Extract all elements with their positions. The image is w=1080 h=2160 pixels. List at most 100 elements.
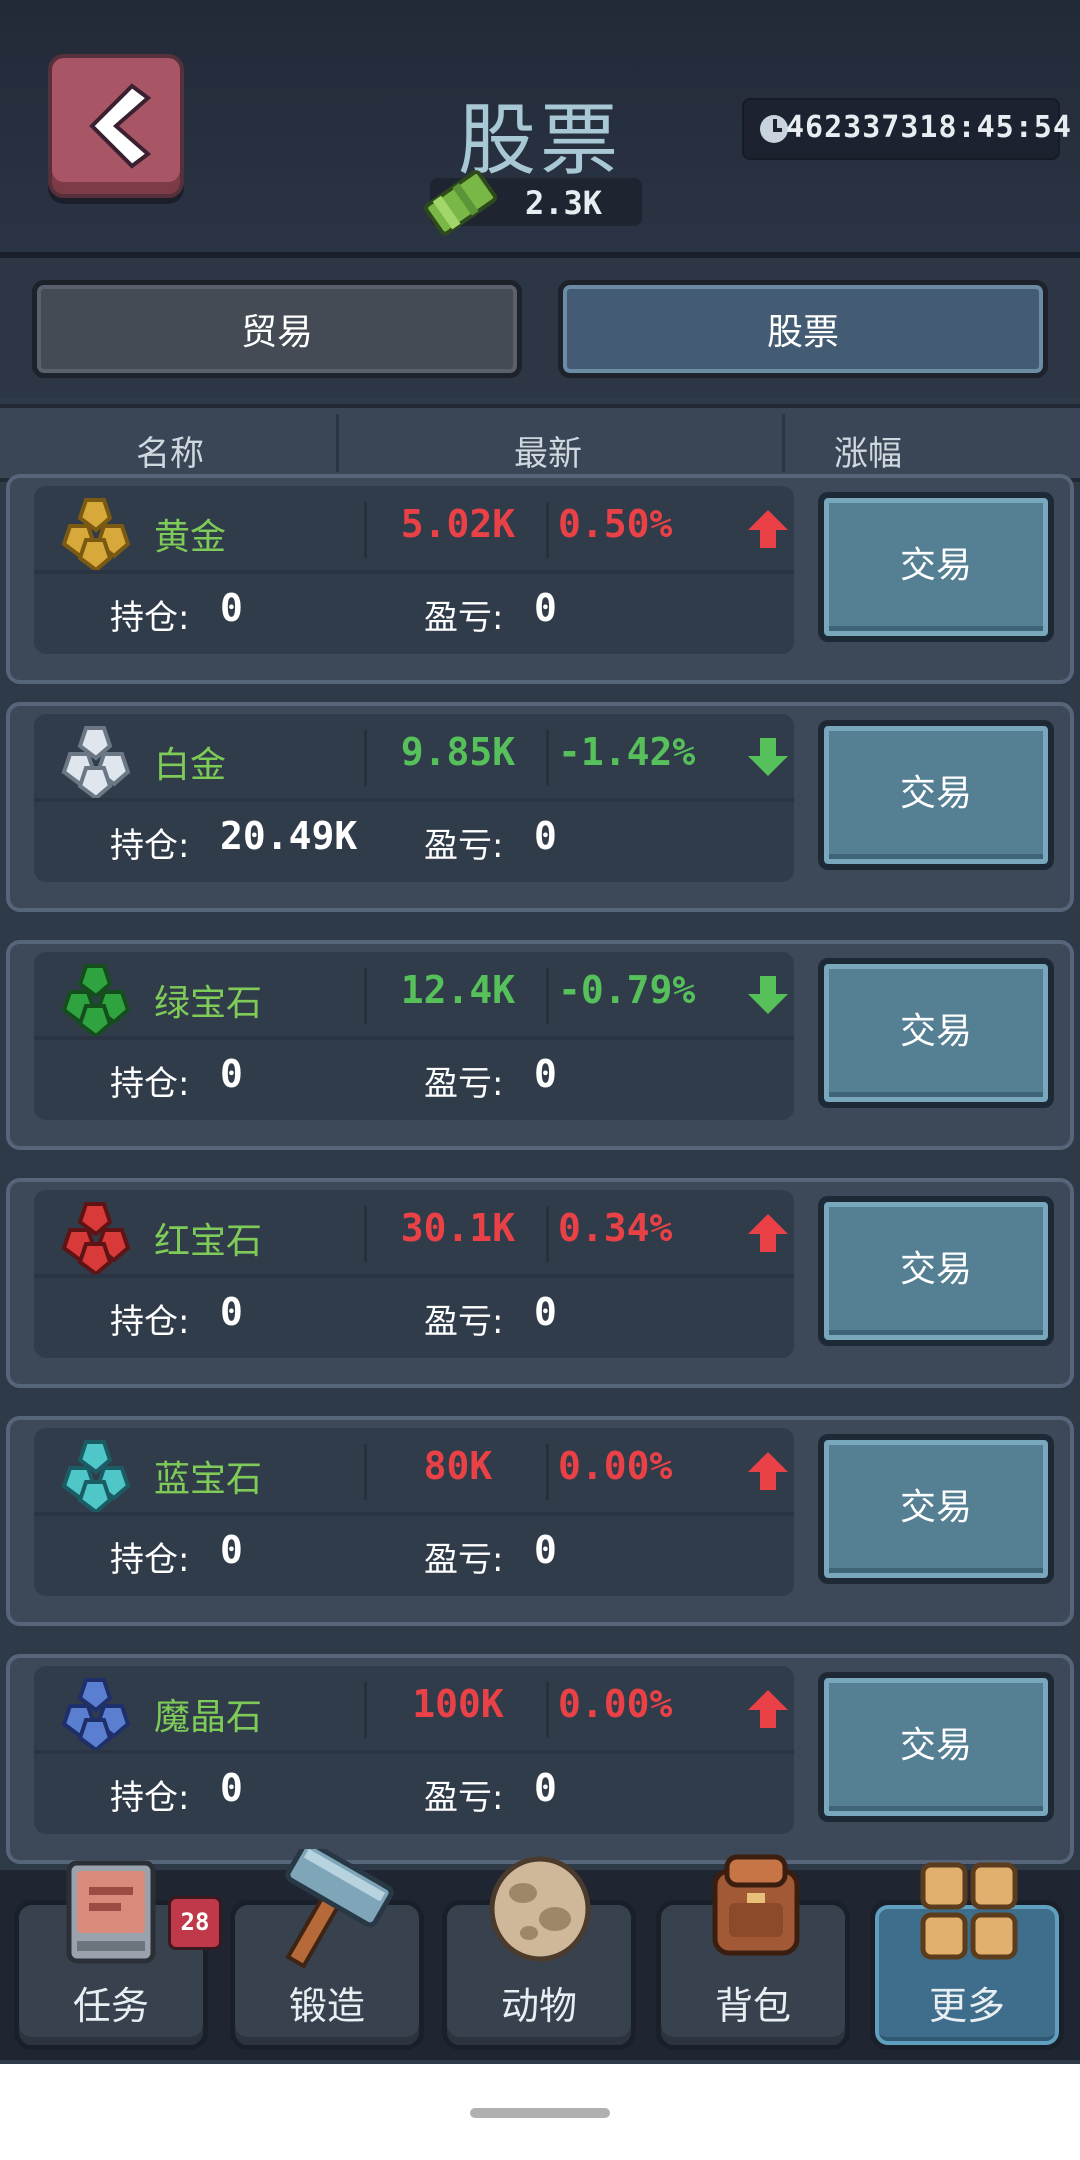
row-divider	[34, 1274, 794, 1278]
holding-label: 持仓:	[110, 1064, 190, 1104]
trade-button[interactable]: 交易	[818, 1196, 1054, 1346]
task-book-icon	[66, 1860, 156, 1964]
stock-name: 蓝宝石	[154, 1459, 263, 1500]
stock-row: 魔晶石 100K 0.00% 持仓: 0 盈亏: 0 交易	[6, 1654, 1074, 1864]
tab-trade[interactable]: 贸易	[32, 280, 522, 378]
stock-change: -0.79%	[558, 968, 696, 1012]
stock-info-panel: 白金 9.85K -1.42% 持仓: 20.49K 盈亏: 0	[34, 714, 794, 882]
pnl-label: 盈亏:	[424, 1540, 504, 1580]
stock-change: 0.34%	[558, 1206, 673, 1250]
nav-backpack-label: 背包	[714, 1984, 791, 2028]
row-divider	[34, 1512, 794, 1516]
stock-row: 蓝宝石 80K 0.00% 持仓: 0 盈亏: 0 交易	[6, 1416, 1074, 1626]
nav-animal[interactable]: 动物	[442, 1856, 636, 2050]
trade-button[interactable]: 交易	[818, 958, 1054, 1108]
task-badge: 28	[168, 1896, 222, 1950]
trade-button[interactable]: 交易	[818, 720, 1054, 870]
home-indicator[interactable]	[470, 2108, 610, 2118]
pnl-label: 盈亏:	[424, 826, 504, 866]
stock-name: 绿宝石	[154, 983, 263, 1024]
row-divider	[364, 1206, 367, 1262]
row-divider	[34, 798, 794, 802]
stock-info-panel: 魔晶石 100K 0.00% 持仓: 0 盈亏: 0	[34, 1666, 794, 1834]
stock-row: 红宝石 30.1K 0.34% 持仓: 0 盈亏: 0 交易	[6, 1178, 1074, 1388]
stock-price: 9.85K	[400, 730, 516, 774]
trade-button[interactable]: 交易	[818, 492, 1054, 642]
crystal-gem-icon	[61, 1678, 131, 1752]
pnl-label: 盈亏:	[424, 598, 504, 638]
row-divider	[546, 502, 549, 558]
row-divider	[546, 968, 549, 1024]
stock-change: 0.50%	[558, 502, 673, 546]
column-header: 名称 最新 涨幅	[0, 404, 1080, 482]
row-divider	[546, 1206, 549, 1262]
pnl-value: 0	[534, 1528, 557, 1572]
pnl-label: 盈亏:	[424, 1302, 504, 1342]
stock-change: 0.00%	[558, 1682, 673, 1726]
nav-backpack[interactable]: 背包	[656, 1854, 850, 2050]
holding-label: 持仓:	[110, 1302, 190, 1342]
holding-value: 0	[220, 1290, 243, 1334]
stock-info-panel: 蓝宝石 80K 0.00% 持仓: 0 盈亏: 0	[34, 1428, 794, 1596]
bottom-nav: 任务 锻造 动物 背包 更多	[0, 1849, 1080, 2060]
arrow-down-icon	[748, 738, 788, 776]
stock-name: 黄金	[154, 517, 227, 558]
hammer-icon	[285, 1849, 394, 1969]
stock-price: 5.02K	[400, 502, 516, 546]
ruby-gem-icon	[61, 1202, 131, 1276]
row-divider	[364, 502, 367, 558]
pnl-value: 0	[534, 1052, 557, 1096]
more-grid-icon	[920, 1862, 1018, 1960]
backpack-icon	[712, 1854, 800, 1956]
row-divider	[364, 1682, 367, 1738]
holding-value: 0	[220, 1528, 243, 1572]
stock-price: 30.1K	[400, 1206, 516, 1250]
stock-name: 魔晶石	[154, 1697, 263, 1738]
nav-forge-label: 锻造	[288, 1984, 365, 2028]
nav-more[interactable]: 更多	[870, 1862, 1064, 2050]
header-bar: 股票 2.3K 462337318:45:54	[0, 0, 1080, 258]
holding-label: 持仓:	[110, 826, 190, 866]
row-divider	[546, 730, 549, 786]
tab-stock[interactable]: 股票	[558, 280, 1048, 378]
gold-gem-icon	[61, 498, 131, 572]
holding-label: 持仓:	[110, 598, 190, 638]
row-divider	[546, 1682, 549, 1738]
stock-row: 白金 9.85K -1.42% 持仓: 20.49K 盈亏: 0 交易	[6, 702, 1074, 912]
holding-value: 0	[220, 586, 243, 630]
holding-label: 持仓:	[110, 1778, 190, 1818]
stock-price: 12.4K	[400, 968, 516, 1012]
arrow-up-icon	[748, 1452, 788, 1490]
nav-animal-label: 动物	[500, 1984, 577, 2028]
arrow-up-icon	[748, 1214, 788, 1252]
column-change: 涨幅	[834, 434, 902, 474]
row-divider	[364, 730, 367, 786]
stock-row: 黄金 5.02K 0.50% 持仓: 0 盈亏: 0 交易	[6, 474, 1074, 684]
nav-more-label: 更多	[928, 1984, 1005, 2028]
row-divider	[34, 1750, 794, 1754]
tab-bar: 贸易 股票	[0, 258, 1080, 398]
nav-forge[interactable]: 锻造	[230, 1849, 424, 2050]
stock-change: 0.00%	[558, 1444, 673, 1488]
stock-price: 100K	[412, 1682, 504, 1726]
stock-info-panel: 绿宝石 12.4K -0.79% 持仓: 0 盈亏: 0	[34, 952, 794, 1120]
pnl-value: 0	[534, 1766, 557, 1810]
platinum-gem-icon	[61, 726, 131, 800]
pnl-value: 0	[534, 586, 557, 630]
row-divider	[364, 968, 367, 1024]
pnl-value: 0	[534, 1290, 557, 1334]
row-divider	[364, 1444, 367, 1500]
pnl-label: 盈亏:	[424, 1778, 504, 1818]
arrow-down-icon	[748, 976, 788, 1014]
money-display: 2.3K	[424, 170, 642, 236]
money-value: 2.3K	[525, 184, 603, 222]
trade-button[interactable]: 交易	[818, 1434, 1054, 1584]
timer-display: 462337318:45:54	[742, 98, 1071, 160]
stock-info-panel: 红宝石 30.1K 0.34% 持仓: 0 盈亏: 0	[34, 1190, 794, 1358]
arrow-up-icon	[748, 1690, 788, 1728]
holding-value: 0	[220, 1052, 243, 1096]
trade-button[interactable]: 交易	[818, 1672, 1054, 1822]
column-name: 名称	[136, 434, 204, 474]
column-divider	[782, 414, 785, 472]
holding-value: 0	[220, 1766, 243, 1810]
